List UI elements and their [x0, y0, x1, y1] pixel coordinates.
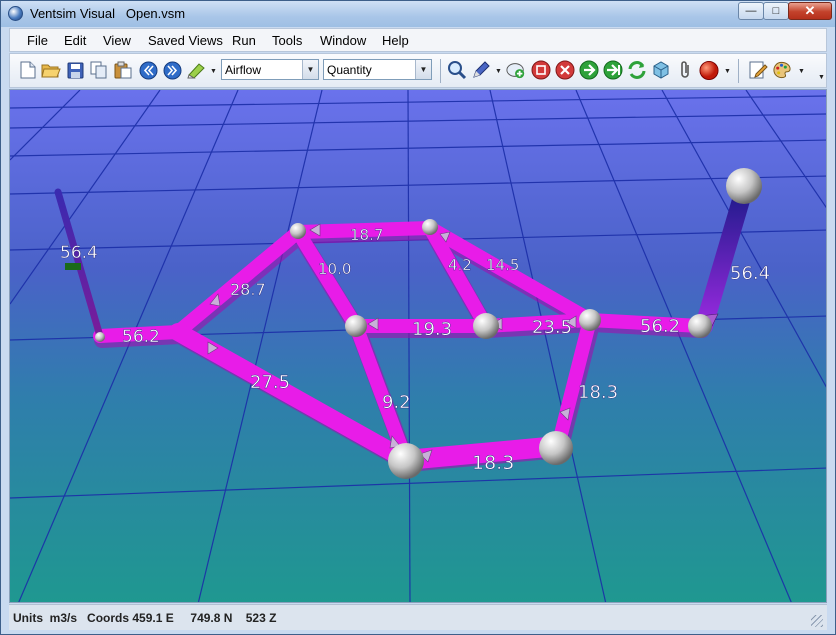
flow-label: 56.4 — [730, 263, 770, 284]
resize-grip-icon[interactable] — [811, 615, 823, 627]
close-button[interactable]: ✕ — [788, 2, 832, 20]
menu-run[interactable]: Run — [232, 33, 256, 48]
flow-label: 18.3 — [472, 452, 514, 474]
main-toolbar: ▼ Airflow ▼ Quantity ▼ ▼ ▼ ▼ ▼ — [9, 53, 827, 88]
forward-nav-icon[interactable] — [162, 60, 182, 80]
draw-dropdown-arrow-icon[interactable]: ▼ — [495, 68, 502, 75]
zoom-icon[interactable] — [447, 60, 467, 80]
color-palette-icon[interactable] — [772, 60, 792, 80]
ventilation-model-view[interactable]: 56.4 56.2 28.7 18.7 10.0 4.2 14.5 19.3 2… — [10, 90, 827, 603]
flow-label: 18.3 — [578, 382, 618, 403]
menu-saved-views[interactable]: Saved Views — [148, 33, 223, 48]
step-forward-icon[interactable] — [603, 60, 623, 80]
minimize-button[interactable]: — — [738, 2, 764, 20]
flow-label: 14.5 — [486, 256, 519, 274]
app-window: Ventsim Visual Open.vsm — □ ✕ File Edit … — [0, 0, 836, 635]
flow-label: 56.2 — [122, 327, 160, 347]
status-bar: Units m3/s Coords 459.1 E 749.8 N 523 Z — [9, 604, 827, 630]
flow-label: 56.2 — [640, 316, 680, 337]
maximize-button[interactable]: □ — [763, 2, 789, 20]
display-mode-select[interactable]: Airflow ▼ — [221, 59, 319, 80]
menu-bar: File Edit View Saved Views Run Tools Win… — [9, 28, 827, 52]
flow-label: 23.5 — [532, 317, 572, 338]
flow-label: 27.5 — [250, 372, 290, 393]
flow-label: 4.2 — [448, 256, 472, 274]
stop-icon[interactable] — [531, 60, 551, 80]
delete-icon[interactable] — [555, 60, 575, 80]
edit-notes-icon[interactable] — [748, 60, 768, 80]
refresh-icon[interactable] — [627, 60, 647, 80]
draw-pen-icon[interactable] — [471, 60, 491, 80]
menu-edit[interactable]: Edit — [64, 33, 86, 48]
save-icon[interactable] — [65, 60, 85, 80]
menu-help[interactable]: Help — [382, 33, 409, 48]
menu-tools[interactable]: Tools — [272, 33, 302, 48]
add-node-icon[interactable] — [506, 60, 526, 80]
highlight-tool-icon[interactable] — [187, 60, 207, 80]
tool-dropdown-arrow-icon[interactable]: ▼ — [210, 68, 217, 75]
chevron-down-icon[interactable]: ▼ — [415, 60, 431, 79]
title-bar[interactable]: Ventsim Visual Open.vsm — □ ✕ — [1, 1, 835, 27]
paste-icon[interactable] — [113, 60, 133, 80]
menu-file[interactable]: File — [27, 33, 48, 48]
window-title: Ventsim Visual Open.vsm — [30, 6, 186, 21]
copy-icon[interactable] — [89, 60, 109, 80]
flow-label: 9.2 — [382, 392, 411, 413]
status-coordinates: Units m3/s Coords 459.1 E 749.8 N 523 Z — [13, 611, 277, 625]
display-mode-value: Airflow — [225, 63, 262, 77]
record-dropdown-arrow-icon[interactable]: ▼ — [724, 68, 731, 75]
open-folder-icon[interactable] — [41, 60, 61, 80]
model-3d-viewport[interactable]: 56.4 56.2 28.7 18.7 10.0 4.2 14.5 19.3 2… — [9, 89, 827, 603]
flow-label: 28.7 — [230, 280, 266, 299]
run-forward-icon[interactable] — [579, 60, 599, 80]
flow-label: 56.4 — [60, 243, 98, 263]
flow-label: 19.3 — [412, 319, 452, 340]
new-file-icon[interactable] — [18, 60, 38, 80]
back-nav-icon[interactable] — [138, 60, 158, 80]
value-type-select[interactable]: Quantity ▼ — [323, 59, 432, 80]
menu-window[interactable]: Window — [320, 33, 366, 48]
record-icon[interactable] — [699, 60, 719, 80]
toolbar-separator — [738, 59, 739, 83]
palette-dropdown-arrow-icon[interactable]: ▼ — [798, 68, 805, 75]
toolbar-separator — [440, 59, 441, 83]
value-type-value: Quantity — [327, 63, 372, 77]
fan-icon — [65, 263, 81, 270]
flow-label: 18.7 — [350, 226, 383, 244]
attach-paperclip-icon[interactable] — [675, 60, 695, 80]
menu-view[interactable]: View — [103, 33, 131, 48]
toolbar-overflow-icon[interactable]: ▼ — [818, 74, 825, 81]
chevron-down-icon[interactable]: ▼ — [302, 60, 318, 79]
object-tool-icon[interactable] — [651, 60, 671, 80]
ventsim-logo-icon — [8, 6, 23, 21]
flow-label: 10.0 — [318, 260, 351, 278]
